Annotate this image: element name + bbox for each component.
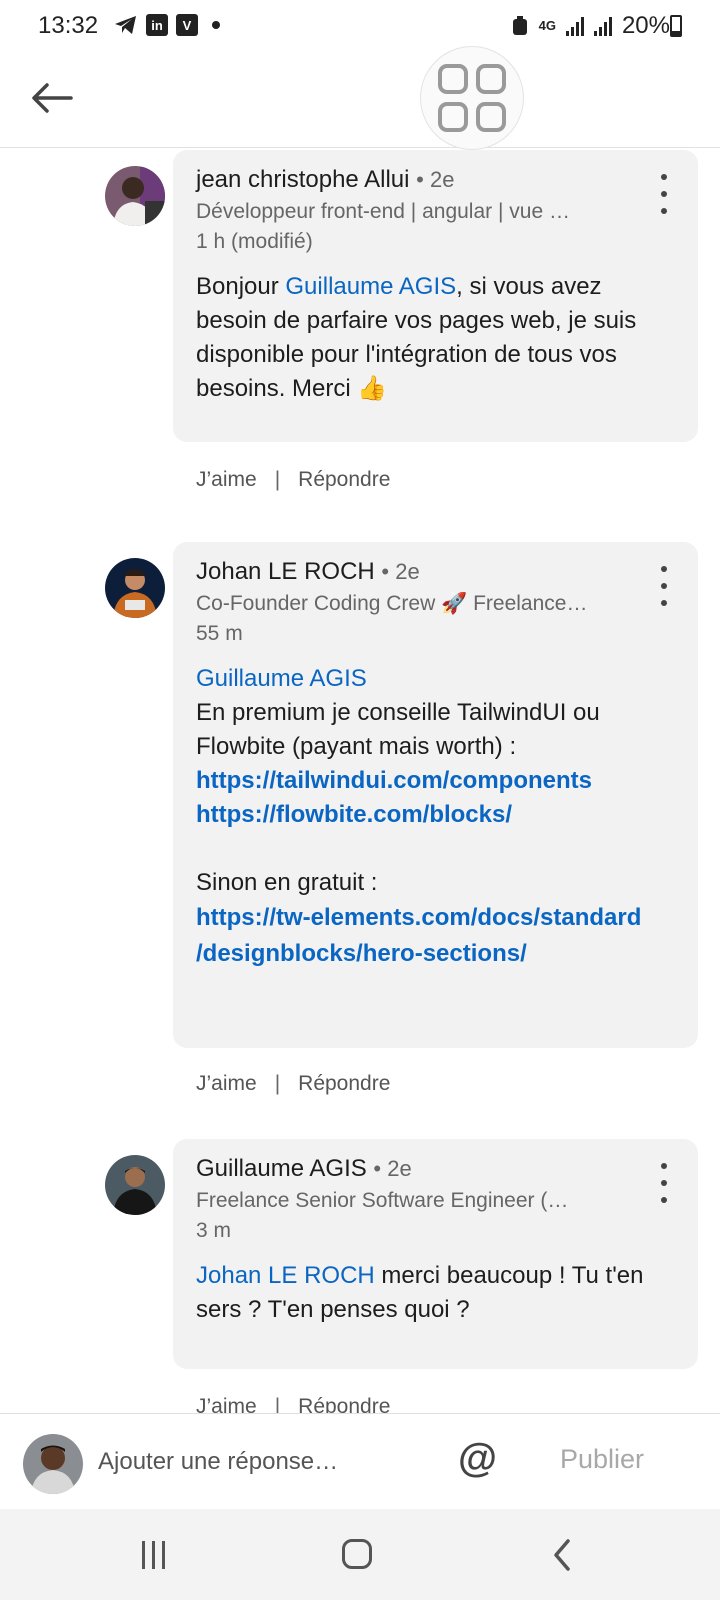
system-nav-bar: [0, 1509, 720, 1600]
comment-text: Johan LE ROCH merci beaucoup ! Tu t'en s…: [196, 1262, 644, 1323]
apps-grid-button[interactable]: [420, 46, 524, 150]
comment-bubble: jean christophe Allui • 2e Développeur f…: [173, 150, 698, 442]
more-options-button[interactable]: [654, 174, 674, 214]
more-options-button[interactable]: [654, 1163, 674, 1203]
comment-time: 55 m: [196, 622, 243, 645]
status-bar: 13:32 in V 4G 20%: [0, 0, 720, 52]
mention-link[interactable]: Guillaume AGIS: [196, 662, 676, 696]
signal-icon: [565, 16, 584, 36]
battery-icon: [670, 15, 682, 37]
reply-button[interactable]: Répondre: [298, 468, 390, 492]
author-headline: Freelance Senior Software Engineer (…: [196, 1189, 569, 1212]
avatar[interactable]: [105, 1155, 165, 1215]
back-button[interactable]: [28, 74, 76, 122]
connection-degree: • 2e: [381, 559, 420, 584]
avatar[interactable]: [105, 558, 165, 618]
comment-actions: J’aime | Répondre: [196, 1072, 390, 1096]
comment-author-line: Guillaume AGIS • 2e: [196, 1155, 676, 1183]
battery-percent: 20%: [621, 12, 670, 39]
notification-icons: in V: [114, 14, 220, 36]
back-icon[interactable]: [548, 1537, 578, 1573]
mention-at-button[interactable]: @: [458, 1436, 497, 1481]
comment-bubble: Johan LE ROCH • 2e Co-Founder Coding Cre…: [173, 542, 698, 1048]
url-link[interactable]: https://flowbite.com/blocks/: [196, 798, 676, 832]
action-separator: |: [274, 1072, 281, 1095]
arrow-left-icon: [32, 83, 73, 113]
reply-composer: @ Publier: [0, 1413, 720, 1509]
connection-degree: • 2e: [416, 167, 455, 192]
connection-degree: • 2e: [373, 1156, 412, 1181]
reply-button[interactable]: Répondre: [298, 1072, 390, 1096]
more-vertical-icon: [661, 566, 667, 572]
status-indicators: 4G 20%: [511, 12, 670, 40]
author-headline: Co-Founder Coding Crew 🚀 Freelance…: [196, 592, 588, 615]
comment-bubble: Guillaume AGIS • 2e Freelance Senior Sof…: [173, 1139, 698, 1369]
more-options-button[interactable]: [654, 566, 674, 606]
comment-author[interactable]: Johan LE ROCH: [196, 558, 375, 585]
recent-apps-icon[interactable]: [142, 1541, 165, 1569]
vimeo-icon: V: [176, 14, 198, 36]
comment-time: 1 h (modifié): [196, 230, 313, 253]
author-headline: Développeur front-end | angular | vue …: [196, 200, 570, 223]
apps-grid-icon: [438, 64, 468, 94]
like-button[interactable]: J’aime: [196, 468, 257, 492]
status-time: 13:32: [38, 12, 99, 39]
like-button[interactable]: J’aime: [196, 1072, 257, 1096]
mention-link[interactable]: Johan LE ROCH: [196, 1262, 375, 1289]
avatar: [23, 1434, 83, 1494]
publish-button[interactable]: Publier: [560, 1444, 644, 1475]
comment-text: Bonjour Guillaume AGIS, si vous avez bes…: [196, 273, 637, 402]
top-bar: [0, 46, 720, 150]
comment-text: Guillaume AGIS En premium je conseille T…: [196, 662, 676, 972]
url-link[interactable]: https://tailwindui.com/components: [196, 764, 676, 798]
comment-author[interactable]: Guillaume AGIS: [196, 1155, 367, 1182]
comment-author-line: Johan LE ROCH • 2e: [196, 558, 676, 586]
thumbs-up-emoji: 👍: [357, 375, 388, 402]
home-icon[interactable]: [342, 1539, 372, 1569]
url-link[interactable]: https://tw-elements.com/docs/standard/de…: [196, 900, 676, 972]
action-separator: |: [274, 468, 281, 491]
more-vertical-icon: [661, 1163, 667, 1169]
data-saver-icon: [512, 16, 527, 35]
mention-link[interactable]: Guillaume AGIS: [285, 273, 456, 300]
comment-author[interactable]: jean christophe Allui: [196, 166, 409, 193]
linkedin-icon: in: [146, 14, 168, 36]
comment-author-line: jean christophe Allui • 2e: [196, 166, 676, 194]
more-vertical-icon: [661, 174, 667, 180]
telegram-icon: [115, 16, 136, 34]
comment-actions: J’aime | Répondre: [196, 468, 390, 492]
reply-input[interactable]: [98, 1442, 428, 1482]
comment-time: 3 m: [196, 1219, 232, 1242]
signal-icon-2: [593, 16, 612, 36]
avatar[interactable]: [105, 166, 165, 226]
more-notifications-icon: [212, 21, 220, 29]
network-type-label: 4G: [538, 18, 556, 33]
